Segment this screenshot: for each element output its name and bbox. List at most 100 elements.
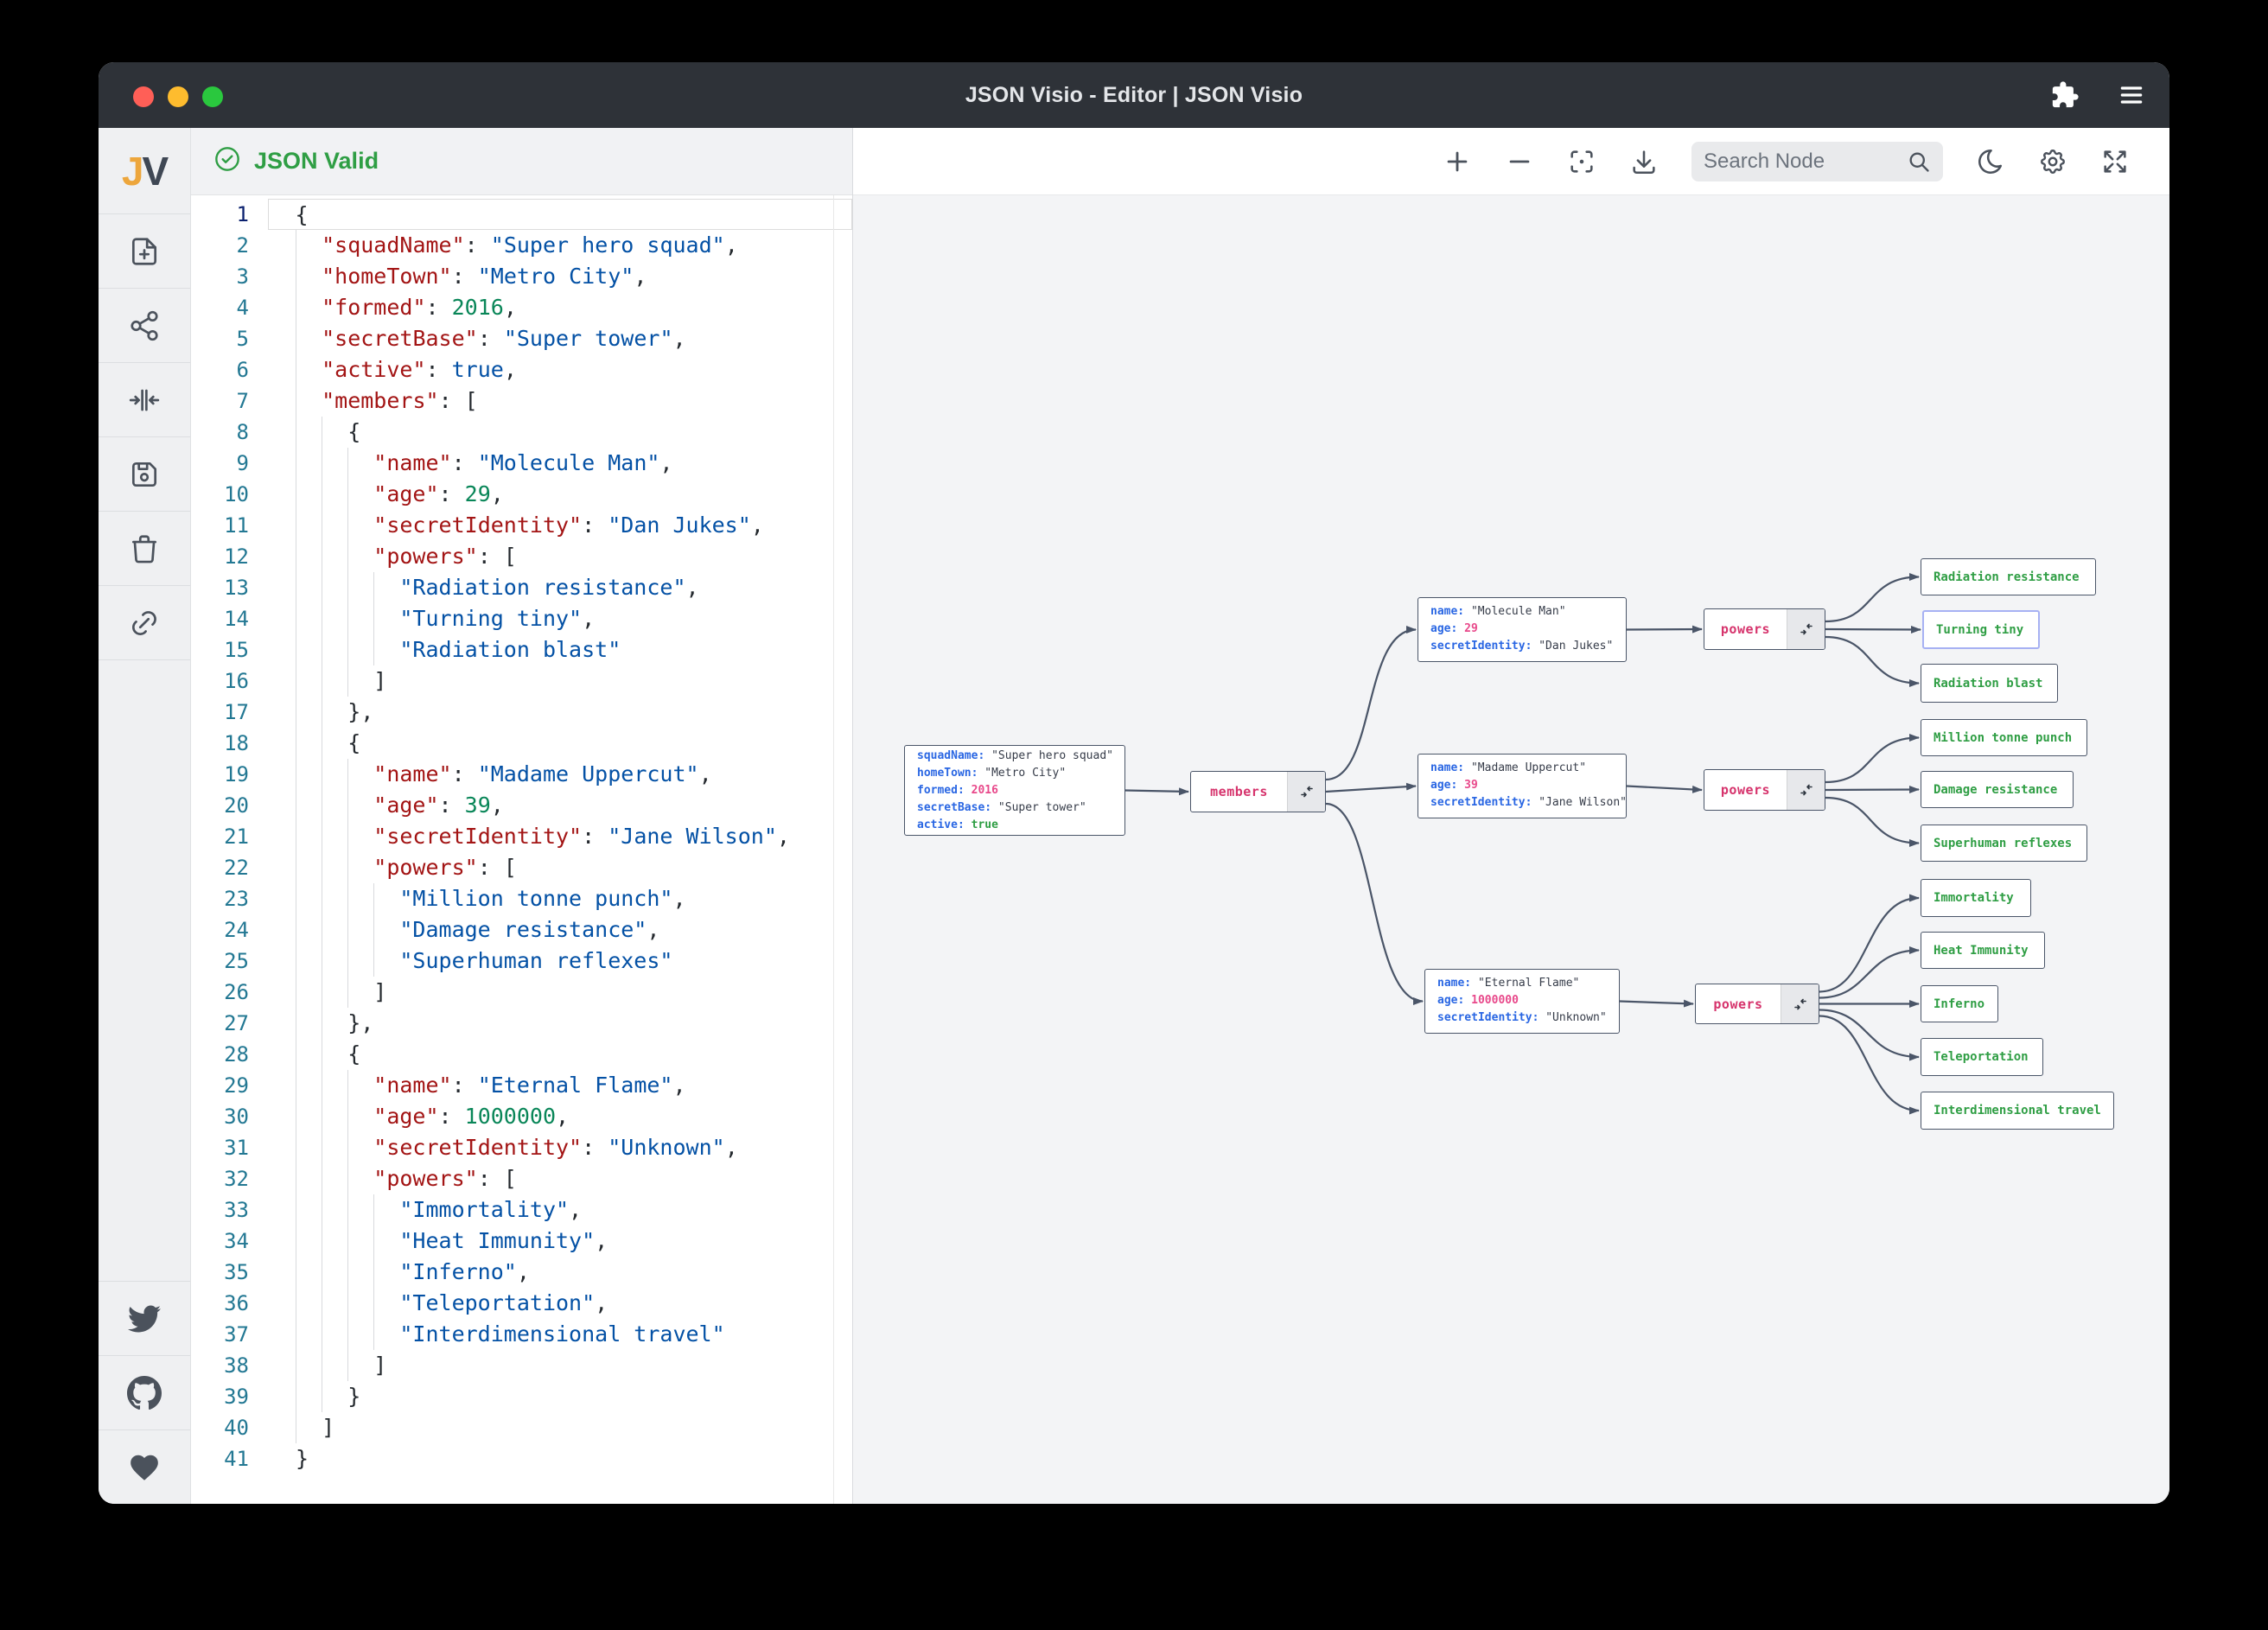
extensions-puzzle-icon[interactable] xyxy=(2050,80,2080,110)
indent-guide xyxy=(322,697,347,728)
editor-line[interactable]: 17}, xyxy=(191,697,852,728)
collapse-node-button[interactable] xyxy=(1787,770,1825,810)
zoom-in-icon[interactable] xyxy=(1443,147,1472,176)
editor-line[interactable]: 22 "powers": [ xyxy=(191,852,852,883)
editor-line[interactable]: 9 "name": "Molecule Man", xyxy=(191,448,852,479)
graph-node-l3a[interactable]: Immortality xyxy=(1921,879,2031,917)
graph-node-m1[interactable]: name: "Molecule Man" age: 29 secretIdentit… xyxy=(1418,597,1627,662)
editor-line[interactable]: 32 "powers": [ xyxy=(191,1163,852,1194)
graph-node-members[interactable]: members xyxy=(1190,771,1326,812)
editor-line[interactable]: 31 "secretIdentity": "Unknown", xyxy=(191,1132,852,1163)
graph-node-root[interactable]: squadName: "Super hero squad" homeTown: "… xyxy=(904,745,1125,836)
line-content: "Million tonne punch", xyxy=(268,883,852,914)
editor-line[interactable]: 15 "Radiation blast" xyxy=(191,634,852,665)
share-graph-icon[interactable] xyxy=(99,288,190,362)
collapse-node-button[interactable] xyxy=(1787,609,1825,649)
editor-line[interactable]: 7 "members": [ xyxy=(191,385,852,417)
graph-node-l2a[interactable]: Million tonne punch xyxy=(1921,719,2087,756)
graph-node-m3[interactable]: name: "Eternal Flame" age: 1000000 secretI… xyxy=(1424,969,1620,1034)
graph-node-p1[interactable]: powers xyxy=(1704,608,1825,650)
editor-line[interactable]: 18 { xyxy=(191,728,852,759)
editor-line[interactable]: 8{ xyxy=(191,417,852,448)
editor-line[interactable]: 26] xyxy=(191,977,852,1008)
editor-line[interactable]: 6 "active": true, xyxy=(191,354,852,385)
line-number: 37 xyxy=(224,1322,249,1347)
graph-node-p2[interactable]: powers xyxy=(1704,769,1825,811)
editor-line[interactable]: 39} xyxy=(191,1381,852,1412)
line-content: "formed": 2016, xyxy=(268,292,852,323)
new-document-icon[interactable] xyxy=(99,213,190,288)
graph-node-l3c[interactable]: Inferno xyxy=(1921,985,1998,1022)
editor-line[interactable]: 38] xyxy=(191,1350,852,1381)
editor-line[interactable]: 36 "Teleportation", xyxy=(191,1288,852,1319)
editor-line[interactable]: 1{ xyxy=(191,199,852,230)
editor-line[interactable]: 14 "Turning tiny", xyxy=(191,603,852,634)
settings-gear-icon[interactable] xyxy=(2038,147,2067,176)
graph-node-l1c[interactable]: Radiation blast xyxy=(1921,664,2058,703)
save-icon[interactable] xyxy=(99,436,190,511)
editor-line[interactable]: 34 "Heat Immunity", xyxy=(191,1226,852,1257)
focus-center-icon[interactable] xyxy=(1567,147,1596,176)
json-code-editor[interactable]: 1{2 "squadName": "Super hero squad", 3 "hom… xyxy=(191,195,852,1504)
editor-line[interactable]: 35 "Inferno", xyxy=(191,1257,852,1288)
editor-line[interactable]: 16] xyxy=(191,665,852,697)
graph-node-l2b[interactable]: Damage resistance xyxy=(1921,771,2074,808)
link-icon[interactable] xyxy=(99,585,190,659)
line-number: 24 xyxy=(224,918,249,942)
editor-line[interactable]: 20 "age": 39, xyxy=(191,790,852,821)
search-node-input[interactable] xyxy=(1704,149,1900,174)
github-icon[interactable] xyxy=(99,1355,190,1429)
graph-node-l3e[interactable]: Interdimensional travel xyxy=(1921,1092,2114,1130)
graph-node-l3b[interactable]: Heat Immunity xyxy=(1921,932,2045,969)
graph-node-l3d[interactable]: Teleportation xyxy=(1921,1038,2043,1076)
search-icon[interactable] xyxy=(1907,150,1931,174)
minimize-button[interactable] xyxy=(168,86,188,107)
download-icon[interactable] xyxy=(1629,147,1659,176)
editor-line[interactable]: 28 { xyxy=(191,1039,852,1070)
indent-guide xyxy=(322,1101,347,1132)
editor-line[interactable]: 12 "powers": [ xyxy=(191,541,852,572)
editor-line[interactable]: 37 "Interdimensional travel" xyxy=(191,1319,852,1350)
editor-line[interactable]: 4 "formed": 2016, xyxy=(191,292,852,323)
graph-node-m2[interactable]: name: "Madame Uppercut" age: 39 secretIden… xyxy=(1418,754,1627,818)
editor-line[interactable]: 21 "secretIdentity": "Jane Wilson", xyxy=(191,821,852,852)
editor-line[interactable]: 24 "Damage resistance", xyxy=(191,914,852,946)
heart-icon[interactable] xyxy=(99,1429,190,1504)
zoom-out-icon[interactable] xyxy=(1505,147,1534,176)
line-content: "name": "Molecule Man", xyxy=(268,448,852,479)
graph-edge xyxy=(1825,796,1920,847)
zoom-button[interactable] xyxy=(202,86,223,107)
delete-icon[interactable] xyxy=(99,511,190,585)
editor-line[interactable]: 13 "Radiation resistance", xyxy=(191,572,852,603)
collapse-node-button[interactable] xyxy=(1287,772,1325,812)
node-row: homeTown: "Metro City" xyxy=(917,767,1067,780)
graph-node-l2c[interactable]: Superhuman reflexes xyxy=(1921,825,2087,862)
graph-node-l1a[interactable]: Radiation resistance xyxy=(1921,558,2096,595)
line-content: "Radiation blast" xyxy=(268,634,852,665)
fullscreen-icon[interactable] xyxy=(2100,147,2130,176)
editor-line[interactable]: 2 "squadName": "Super hero squad", xyxy=(191,230,852,261)
collapse-node-button[interactable] xyxy=(1781,984,1819,1023)
menu-icon[interactable] xyxy=(2118,81,2145,109)
editor-line[interactable]: 23 "Million tonne punch", xyxy=(191,883,852,914)
editor-line[interactable]: 11 "secretIdentity": "Dan Jukes", xyxy=(191,510,852,541)
graph-node-l1b[interactable]: Turning tiny xyxy=(1922,610,2040,649)
graph-node-p3[interactable]: powers xyxy=(1695,984,1819,1024)
editor-line[interactable]: 40] xyxy=(191,1412,852,1443)
editor-line[interactable]: 3 "homeTown": "Metro City", xyxy=(191,261,852,292)
dark-mode-moon-icon[interactable] xyxy=(1976,147,2005,176)
close-button[interactable] xyxy=(133,86,154,107)
center-fit-icon[interactable] xyxy=(99,362,190,436)
editor-line[interactable]: 30 "age": 1000000, xyxy=(191,1101,852,1132)
editor-line[interactable]: 25 "Superhuman reflexes" xyxy=(191,946,852,977)
graph-canvas[interactable]: squadName: "Super hero squad" homeTown: "… xyxy=(853,195,2169,1504)
editor-line[interactable]: 27}, xyxy=(191,1008,852,1039)
editor-line[interactable]: 29 "name": "Eternal Flame", xyxy=(191,1070,852,1101)
editor-line[interactable]: 41} xyxy=(191,1443,852,1474)
editor-line[interactable]: 19 "name": "Madame Uppercut", xyxy=(191,759,852,790)
editor-line[interactable]: 33 "Immortality", xyxy=(191,1194,852,1226)
editor-line[interactable]: 10 "age": 29, xyxy=(191,479,852,510)
app-logo[interactable]: JV xyxy=(99,128,190,213)
twitter-icon[interactable] xyxy=(99,1281,190,1355)
editor-line[interactable]: 5 "secretBase": "Super tower", xyxy=(191,323,852,354)
